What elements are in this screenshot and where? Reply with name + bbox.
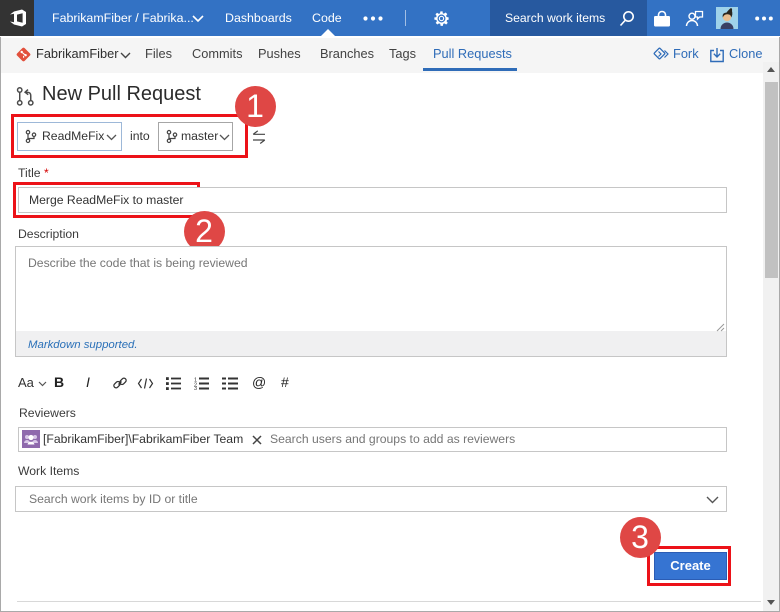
svg-text:3: 3: [194, 386, 197, 390]
